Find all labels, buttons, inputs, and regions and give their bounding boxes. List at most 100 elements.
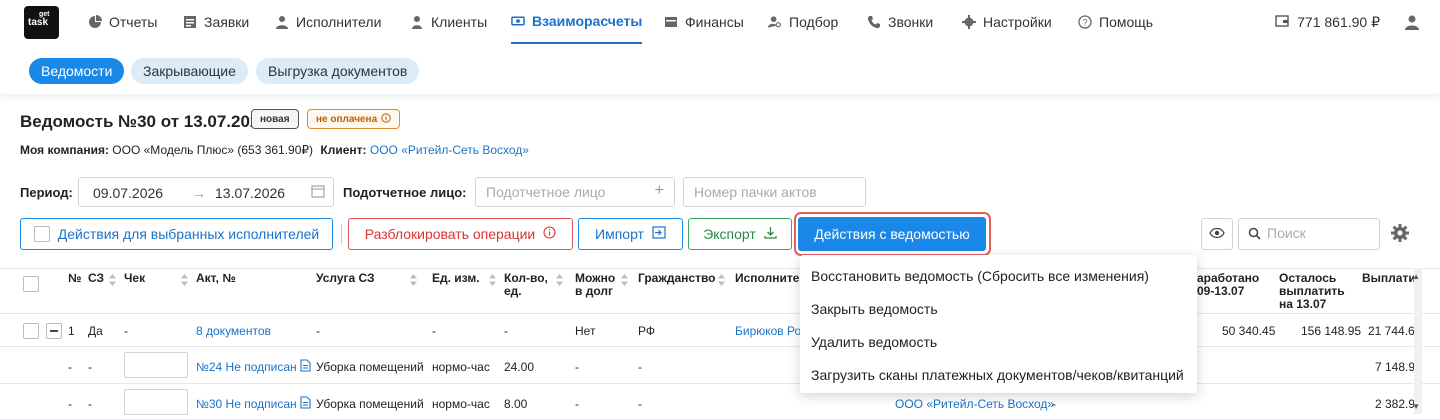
cell-citizenship: -	[638, 397, 642, 411]
list-icon	[183, 15, 197, 29]
select-all-checkbox[interactable]	[23, 276, 39, 292]
collapse-icon[interactable]	[46, 323, 62, 339]
balance-display[interactable]: 771 861.90 ₽	[1275, 0, 1380, 44]
col-performer[interactable]: Исполните	[735, 272, 799, 285]
bulk-select-checkbox[interactable]	[33, 226, 50, 242]
scroll-up-icon[interactable]: ▲	[1412, 272, 1420, 281]
tab-docs-export[interactable]: Выгрузка документов	[256, 58, 420, 84]
accountable-label: Подотчетное лицо:	[343, 185, 467, 200]
receipt-input[interactable]	[124, 352, 188, 378]
import-button[interactable]: Импорт	[578, 218, 683, 250]
bulk-actions-button[interactable]: Действия для выбранных исполнителей	[20, 218, 333, 250]
search-icon	[1248, 227, 1261, 243]
download-icon	[764, 226, 777, 242]
menu-item-upload-scans[interactable]: Загрузить сканы платежных документов/чек…	[800, 358, 1197, 391]
client-link[interactable]: ООО «Ритейл-Сеть Восход»	[370, 143, 529, 157]
cell-client-link[interactable]: ООО «Ритейл-Сеть Восход»	[895, 397, 1054, 411]
date-from[interactable]: 09.07.2026	[93, 185, 163, 201]
cell-act-link[interactable]: №30 Не подписан	[196, 397, 297, 411]
cell-unit: нормо-час	[432, 360, 490, 374]
nav-item-clients[interactable]: Клиенты	[410, 0, 487, 44]
gettask-logo[interactable]: get task	[24, 6, 59, 39]
date-to[interactable]: 13.07.2026	[215, 185, 285, 201]
unlock-operations-button[interactable]: Разблокировать операции	[348, 218, 573, 250]
cell-act-link[interactable]: №24 Не подписан	[196, 360, 297, 374]
col-check[interactable]: Чек	[124, 272, 145, 285]
accountable-input[interactable]: Подотчетное лицо +	[475, 177, 675, 207]
col-paid[interactable]: Выплати	[1362, 272, 1416, 285]
cell-earned: 50 340.45	[1222, 324, 1276, 338]
receipt-input[interactable]	[124, 389, 188, 415]
nav-item-help[interactable]: ? Помощь	[1078, 0, 1153, 44]
search-input[interactable]: Поиск	[1238, 218, 1380, 250]
company-info: Моя компания: ООО «Модель Плюс» (653 361…	[20, 143, 529, 157]
nav-item-settings[interactable]: Настройки	[962, 0, 1052, 44]
cell-paid: 21 744.6	[1368, 324, 1415, 338]
col-earned[interactable]: аработано 09-13.07	[1197, 272, 1273, 298]
period-date-range[interactable]: 09.07.2026 → 13.07.2026	[78, 177, 334, 207]
card-icon	[664, 15, 678, 29]
logo-text-bottom: task	[28, 17, 49, 28]
table-settings-gear-icon[interactable]	[1390, 223, 1410, 246]
cell-performer-link[interactable]: Бирюков Ро	[735, 324, 801, 338]
import-icon	[652, 226, 666, 242]
cell-service: Уборка помещений	[316, 360, 424, 374]
nav-item-settlements[interactable]: Взаиморасчеты	[511, 0, 643, 44]
sort-icon[interactable]	[718, 274, 725, 286]
batch-number-input[interactable]: Номер пачки актов	[683, 177, 866, 207]
status-badge-new: новая	[251, 109, 299, 129]
table-scrollbar[interactable]	[1414, 268, 1422, 414]
sort-icon[interactable]	[556, 274, 563, 286]
nav-item-calls[interactable]: Звонки	[867, 0, 933, 44]
cell-debt: -	[575, 360, 579, 374]
sort-icon[interactable]	[489, 274, 496, 286]
nav-label: Звонки	[888, 14, 934, 30]
cell-paid: 2 382.9	[1375, 397, 1416, 411]
status-badge-unpaid: не оплачена	[307, 109, 401, 129]
tab-statements[interactable]: Ведомости	[29, 58, 125, 84]
col-act[interactable]: Акт, №	[196, 272, 236, 285]
nav-label: Финансы	[685, 14, 744, 30]
sort-icon[interactable]	[181, 274, 188, 286]
cell-citizenship: -	[638, 360, 642, 374]
nav-item-orders[interactable]: Заявки	[183, 0, 249, 44]
document-icon[interactable]	[300, 359, 311, 375]
user-profile-icon[interactable]	[1404, 14, 1420, 30]
arrow-right-icon: →	[192, 185, 206, 201]
col-qty[interactable]: Кол-во, ед.	[504, 272, 548, 298]
search-placeholder: Поиск	[1267, 225, 1306, 241]
sort-icon[interactable]	[410, 274, 417, 286]
col-remaining[interactable]: Осталось выплатить на 13.07	[1279, 272, 1351, 311]
col-citizenship[interactable]: Гражданство	[638, 272, 716, 285]
menu-item-close[interactable]: Закрыть ведомость	[800, 292, 1197, 325]
col-service[interactable]: Услуга СЗ	[316, 272, 375, 285]
menu-item-delete[interactable]: Удалить ведомость	[800, 325, 1197, 358]
page-title: Ведомость №30 от 13.07.2026	[20, 112, 269, 131]
export-button[interactable]: Экспорт	[688, 218, 792, 250]
nav-item-finance[interactable]: Финансы	[664, 0, 744, 44]
info-icon	[381, 112, 391, 126]
company-value: ООО «Модель Плюс» (653 361.90₽)	[112, 143, 314, 157]
scroll-down-icon[interactable]: ▼	[1412, 402, 1420, 411]
col-unit[interactable]: Ед. изм.	[432, 272, 480, 285]
cell-debt: -	[575, 397, 579, 411]
balance-value: 771 861.90 ₽	[1297, 13, 1380, 30]
col-sz[interactable]: СЗ	[88, 272, 104, 285]
visibility-toggle[interactable]	[1201, 218, 1233, 250]
tab-closing-docs[interactable]: Закрывающие	[131, 58, 248, 84]
col-debt[interactable]: Можно в долг	[575, 272, 625, 298]
nav-item-performers[interactable]: Исполнители	[275, 0, 381, 44]
col-num[interactable]: №	[68, 272, 81, 285]
menu-item-restore[interactable]: Восстановить ведомость (Сбросить все изм…	[800, 259, 1197, 292]
cell-qty: -	[504, 324, 508, 338]
plus-icon[interactable]: +	[655, 182, 664, 200]
row-checkbox[interactable]	[23, 323, 39, 339]
nav-item-recruitment[interactable]: Подбор	[768, 0, 838, 44]
document-icon[interactable]	[300, 396, 311, 412]
sort-icon[interactable]	[621, 274, 628, 286]
cell-act-link[interactable]: 8 документов	[196, 324, 271, 338]
sort-icon[interactable]	[109, 274, 116, 286]
nav-item-reports[interactable]: Отчеты	[88, 0, 157, 44]
statement-actions-button[interactable]: Действия с ведомостью	[798, 217, 986, 251]
import-label: Импорт	[595, 226, 644, 242]
